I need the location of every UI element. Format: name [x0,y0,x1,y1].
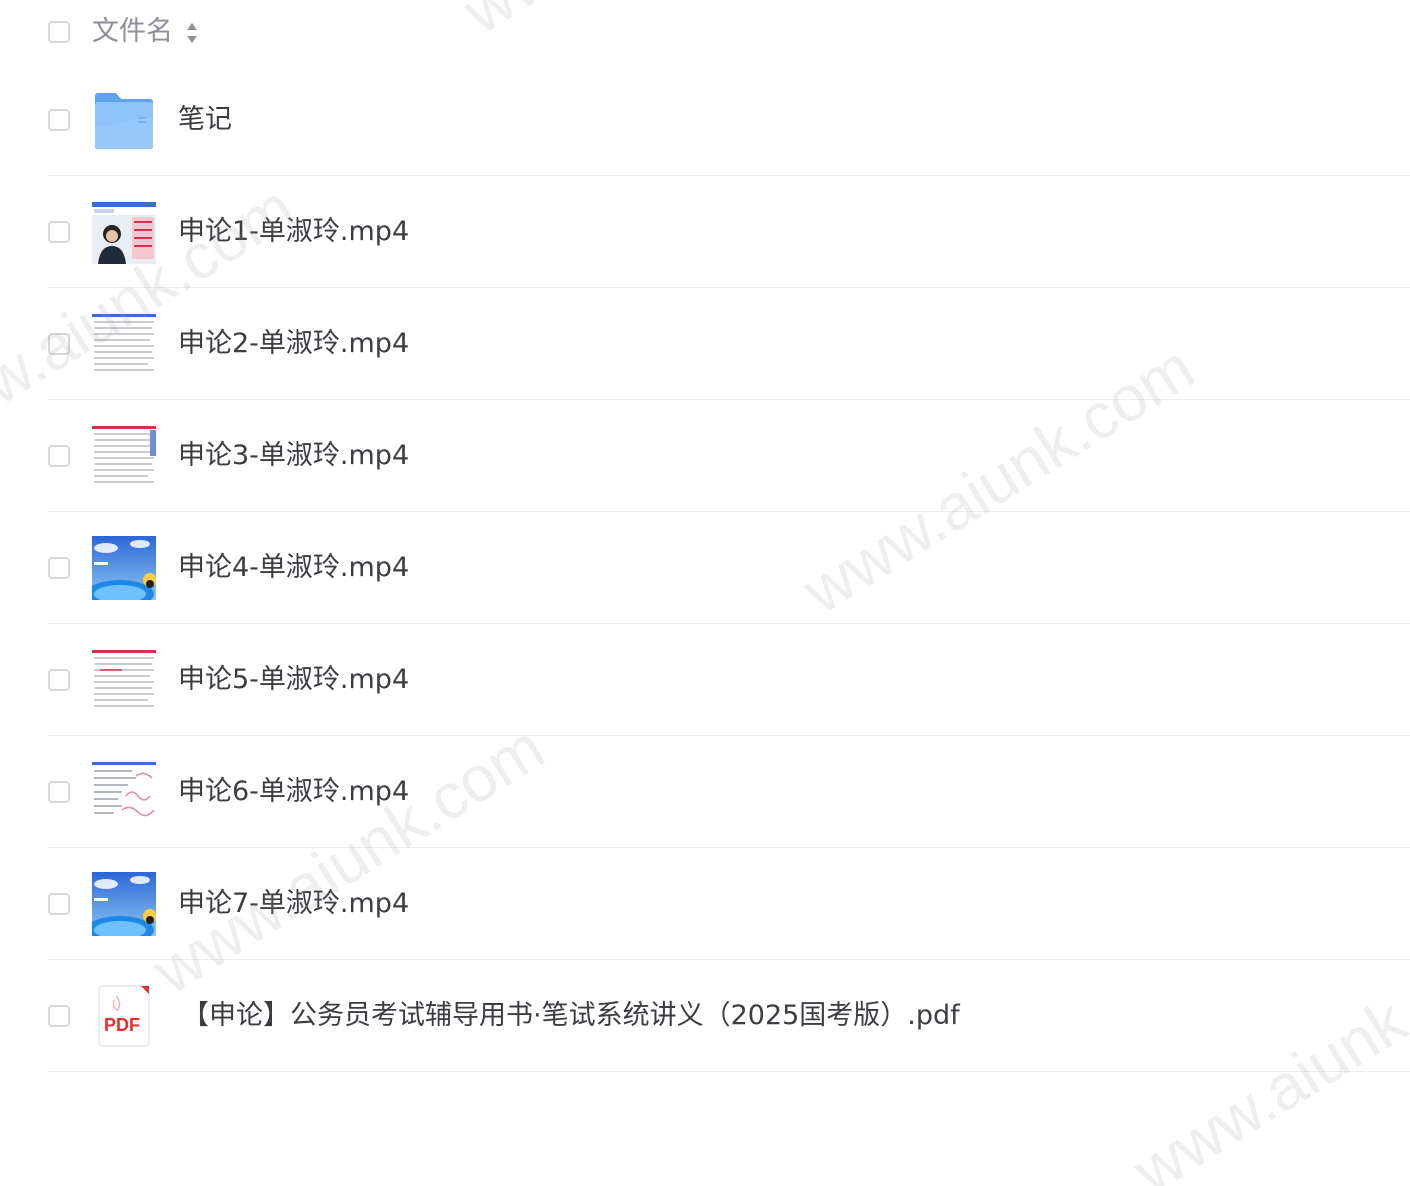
sort-icon[interactable] [185,20,199,46]
list-item[interactable]: 申论2-单淑玲.mp4 [0,288,1410,400]
row-checkbox[interactable] [48,109,70,131]
list-item[interactable]: 笔记 [0,64,1410,176]
file-name[interactable]: 申论5-单淑玲.mp4 [178,658,409,702]
video-thumbnail-document [92,760,156,824]
list-item[interactable]: 申论1-单淑玲.mp4 [0,176,1410,288]
list-item[interactable]: 申论4-单淑玲.mp4 [0,512,1410,624]
video-thumbnail-sky [92,872,156,936]
row-divider [48,1071,1410,1072]
row-checkbox[interactable] [48,445,70,467]
video-thumbnail-sky [92,536,156,600]
pdf-badge: PDF [104,1015,140,1035]
row-checkbox[interactable] [48,781,70,803]
file-name[interactable]: 申论6-单淑玲.mp4 [178,770,409,814]
row-checkbox[interactable] [48,221,70,243]
row-checkbox[interactable] [48,893,70,915]
pdf-file-icon: PDF [92,984,156,1048]
video-thumbnail-document [92,424,156,488]
video-thumbnail-document [92,648,156,712]
file-name[interactable]: 【申论】公务员考试辅导用书·笔试系统讲义（2025国考版）.pdf [182,994,960,1038]
row-checkbox[interactable] [48,669,70,691]
file-name[interactable]: 申论3-单淑玲.mp4 [178,434,409,478]
file-name[interactable]: 申论7-单淑玲.mp4 [178,882,409,926]
video-thumbnail-person [92,200,156,264]
file-name[interactable]: 申论2-单淑玲.mp4 [178,322,409,366]
list-header: 文件名 [0,0,1410,64]
file-name[interactable]: 笔记 [178,98,232,142]
select-all-checkbox[interactable] [48,21,70,43]
row-checkbox[interactable] [48,333,70,355]
video-thumbnail-document [92,312,156,376]
list-item[interactable]: 申论5-单淑玲.mp4 [0,624,1410,736]
list-item[interactable]: 申论3-单淑玲.mp4 [0,400,1410,512]
row-checkbox[interactable] [48,1005,70,1027]
file-name[interactable]: 申论1-单淑玲.mp4 [178,210,409,254]
file-name[interactable]: 申论4-单淑玲.mp4 [178,546,409,590]
folder-icon [92,88,156,152]
list-item[interactable]: 申论6-单淑玲.mp4 [0,736,1410,848]
list-item[interactable]: 申论7-单淑玲.mp4 [0,848,1410,960]
list-item[interactable]: PDF 【申论】公务员考试辅导用书·笔试系统讲义（2025国考版）.pdf [0,960,1410,1072]
row-checkbox[interactable] [48,557,70,579]
column-header-filename[interactable]: 文件名 [92,13,173,51]
